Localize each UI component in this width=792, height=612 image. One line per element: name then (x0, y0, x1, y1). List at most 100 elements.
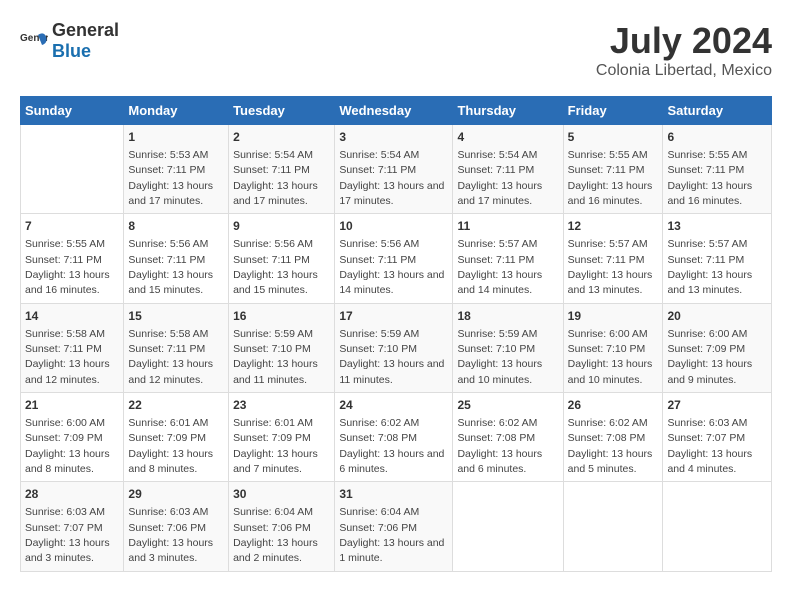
daylight-info: Daylight: 13 hours and 15 minutes. (128, 269, 213, 296)
week-row-5: 28Sunrise: 6:03 AMSunset: 7:07 PMDayligh… (21, 482, 772, 571)
calendar-cell: 24Sunrise: 6:02 AMSunset: 7:08 PMDayligh… (335, 393, 453, 482)
calendar-cell: 9Sunrise: 5:56 AMSunset: 7:11 PMDaylight… (229, 214, 335, 303)
calendar-cell: 3 Sunrise: 5:54 AM Sunset: 7:11 PM Daylight… (335, 125, 453, 214)
daylight-info: Daylight: 13 hours and 13 minutes. (667, 269, 752, 296)
sunset-info: Sunset: 7:11 PM (339, 164, 416, 176)
header-day-sunday: Sunday (21, 97, 124, 125)
calendar-table: SundayMondayTuesdayWednesdayThursdayFrid… (20, 96, 772, 572)
daylight-info: Daylight: 13 hours and 8 minutes. (25, 448, 110, 475)
header-day-thursday: Thursday (453, 97, 563, 125)
calendar-cell (21, 125, 124, 214)
daylight-info: Daylight: 13 hours and 7 minutes. (233, 448, 318, 475)
day-number: 18 (457, 308, 558, 325)
sunrise-info: Sunrise: 5:56 AM (233, 238, 313, 250)
sunrise-info: Sunrise: 5:55 AM (25, 238, 105, 250)
subtitle: Colonia Libertad, Mexico (596, 62, 772, 80)
daylight-info: Daylight: 13 hours and 6 minutes. (457, 448, 542, 475)
sunset-info: Sunset: 7:06 PM (339, 522, 417, 534)
day-number: 14 (25, 308, 119, 325)
daylight-info: Daylight: 13 hours and 9 minutes. (667, 358, 752, 385)
sunset-info: Sunset: 7:10 PM (233, 343, 311, 355)
day-number: 13 (667, 218, 767, 235)
day-number: 7 (25, 218, 119, 235)
sunset-info: Sunset: 7:11 PM (568, 164, 645, 176)
sunset-info: Sunset: 7:09 PM (25, 432, 103, 444)
daylight-info: Daylight: 13 hours and 12 minutes. (25, 358, 110, 385)
sunrise-info: Sunrise: 5:59 AM (233, 328, 313, 340)
calendar-cell: 29Sunrise: 6:03 AMSunset: 7:06 PMDayligh… (124, 482, 229, 571)
sunrise-info: Sunrise: 5:54 AM (339, 149, 419, 161)
day-number: 12 (568, 218, 659, 235)
day-number: 3 (339, 129, 448, 146)
sunset-info: Sunset: 7:07 PM (25, 522, 103, 534)
sunrise-info: Sunrise: 5:57 AM (457, 238, 537, 250)
calendar-cell: 6Sunrise: 5:55 AMSunset: 7:11 PMDaylight… (663, 125, 772, 214)
daylight-info: Daylight: 13 hours and 11 minutes. (339, 358, 444, 385)
day-number: 6 (667, 129, 767, 146)
day-number: 28 (25, 486, 119, 503)
sunset-info: Sunset: 7:11 PM (568, 254, 645, 266)
day-number: 9 (233, 218, 330, 235)
calendar-cell: 13Sunrise: 5:57 AMSunset: 7:11 PMDayligh… (663, 214, 772, 303)
sunrise-info: Sunrise: 6:00 AM (568, 328, 648, 340)
sunset-info: Sunset: 7:06 PM (233, 522, 311, 534)
sunset-info: Sunset: 7:07 PM (667, 432, 745, 444)
week-row-3: 14Sunrise: 5:58 AMSunset: 7:11 PMDayligh… (21, 303, 772, 392)
sunrise-info: Sunrise: 5:55 AM (667, 149, 747, 161)
sunset-info: Sunset: 7:10 PM (339, 343, 417, 355)
sunrise-info: Sunrise: 5:53 AM (128, 149, 208, 161)
week-row-4: 21Sunrise: 6:00 AMSunset: 7:09 PMDayligh… (21, 393, 772, 482)
daylight-info: Daylight: 13 hours and 17 minutes. (233, 180, 318, 207)
daylight-info: Daylight: 13 hours and 14 minutes. (457, 269, 542, 296)
main-title: July 2024 (596, 20, 772, 62)
calendar-cell: 18Sunrise: 5:59 AMSunset: 7:10 PMDayligh… (453, 303, 563, 392)
calendar-cell (453, 482, 563, 571)
daylight-info: Daylight: 13 hours and 17 minutes. (339, 180, 444, 207)
sunset-info: Sunset: 7:09 PM (128, 432, 206, 444)
sunrise-info: Sunrise: 5:59 AM (339, 328, 419, 340)
day-number: 4 (457, 129, 558, 146)
sunrise-info: Sunrise: 5:59 AM (457, 328, 537, 340)
calendar-cell (663, 482, 772, 571)
sunset-info: Sunset: 7:11 PM (128, 164, 205, 176)
calendar-cell: 27Sunrise: 6:03 AMSunset: 7:07 PMDayligh… (663, 393, 772, 482)
sunrise-info: Sunrise: 6:04 AM (233, 506, 313, 518)
calendar-cell: 25Sunrise: 6:02 AMSunset: 7:08 PMDayligh… (453, 393, 563, 482)
sunrise-info: Sunrise: 6:01 AM (233, 417, 313, 429)
daylight-info: Daylight: 13 hours and 13 minutes. (568, 269, 653, 296)
sunrise-info: Sunrise: 6:01 AM (128, 417, 208, 429)
day-number: 8 (128, 218, 224, 235)
daylight-info: Daylight: 13 hours and 16 minutes. (568, 180, 653, 207)
daylight-info: Daylight: 13 hours and 2 minutes. (233, 537, 318, 564)
sunset-info: Sunset: 7:11 PM (128, 343, 205, 355)
sunrise-info: Sunrise: 6:03 AM (667, 417, 747, 429)
calendar-cell: 23Sunrise: 6:01 AMSunset: 7:09 PMDayligh… (229, 393, 335, 482)
daylight-info: Daylight: 13 hours and 11 minutes. (233, 358, 318, 385)
daylight-info: Daylight: 13 hours and 16 minutes. (667, 180, 752, 207)
calendar-cell: 15Sunrise: 5:58 AMSunset: 7:11 PMDayligh… (124, 303, 229, 392)
day-number: 10 (339, 218, 448, 235)
calendar-cell: 5Sunrise: 5:55 AMSunset: 7:11 PMDaylight… (563, 125, 663, 214)
calendar-cell: 10Sunrise: 5:56 AMSunset: 7:11 PMDayligh… (335, 214, 453, 303)
calendar-cell: 30Sunrise: 6:04 AMSunset: 7:06 PMDayligh… (229, 482, 335, 571)
header-row: SundayMondayTuesdayWednesdayThursdayFrid… (21, 97, 772, 125)
sunrise-info: Sunrise: 6:02 AM (568, 417, 648, 429)
week-row-2: 7 Sunrise: 5:55 AM Sunset: 7:11 PM Daylight… (21, 214, 772, 303)
day-number: 15 (128, 308, 224, 325)
sunset-info: Sunset: 7:09 PM (233, 432, 311, 444)
calendar-cell: 21Sunrise: 6:00 AMSunset: 7:09 PMDayligh… (21, 393, 124, 482)
sunset-info: Sunset: 7:10 PM (457, 343, 535, 355)
daylight-info: Daylight: 13 hours and 14 minutes. (339, 269, 444, 296)
daylight-info: Daylight: 13 hours and 5 minutes. (568, 448, 653, 475)
daylight-info: Daylight: 13 hours and 16 minutes. (25, 269, 110, 296)
page-header: General General Blue July 2024 Colonia L… (20, 20, 772, 80)
sunrise-info: Sunrise: 5:54 AM (233, 149, 313, 161)
sunrise-info: Sunrise: 6:04 AM (339, 506, 419, 518)
sunrise-info: Sunrise: 5:54 AM (457, 149, 537, 161)
calendar-cell: 19Sunrise: 6:00 AMSunset: 7:10 PMDayligh… (563, 303, 663, 392)
calendar-cell: 4Sunrise: 5:54 AMSunset: 7:11 PMDaylight… (453, 125, 563, 214)
logo-general: General (52, 20, 119, 40)
day-number: 31 (339, 486, 448, 503)
daylight-info: Daylight: 13 hours and 3 minutes. (128, 537, 213, 564)
sunset-info: Sunset: 7:11 PM (457, 164, 534, 176)
